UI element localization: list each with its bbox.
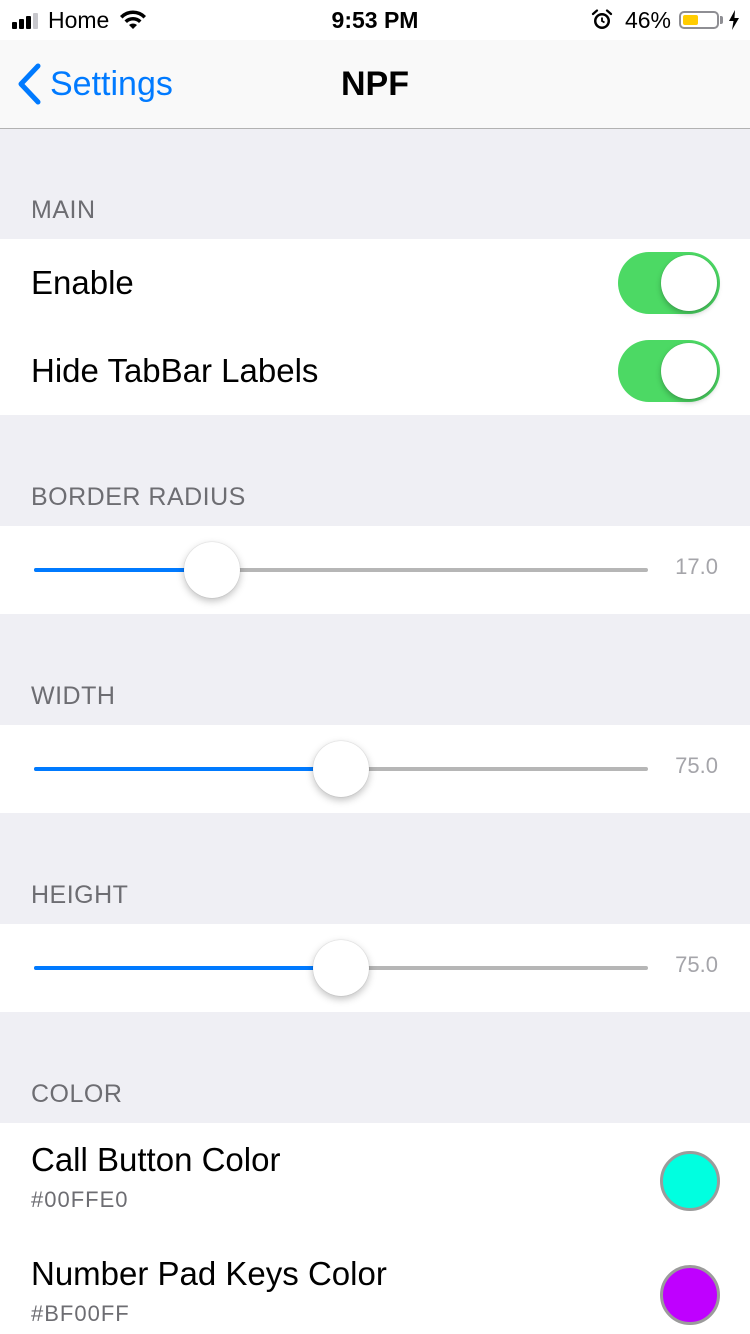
page-title: NPF (341, 65, 409, 103)
hide-tabbar-labels-switch[interactable] (618, 340, 720, 402)
section-header-height: HEIGHT (31, 881, 129, 909)
height-slider-row: 75.0 (0, 924, 750, 1012)
enable-switch[interactable] (618, 252, 720, 314)
status-bar: Home 9:53 PM 46% (0, 0, 750, 40)
height-slider-thumb[interactable] (313, 940, 369, 996)
enable-cell: Enable (0, 239, 750, 327)
width-slider[interactable] (34, 741, 648, 797)
section-header-width: WIDTH (31, 682, 116, 710)
number-pad-keys-color-swatch[interactable] (660, 1265, 720, 1325)
height-slider[interactable] (34, 940, 648, 996)
call-button-color-hex: #00FFE0 (31, 1187, 129, 1212)
section-header-color: COLOR (31, 1080, 123, 1108)
border-radius-group: 17.0 (0, 526, 750, 614)
width-value: 75.0 (675, 753, 718, 778)
enable-label: Enable (31, 264, 134, 301)
width-slider-row: 75.0 (0, 725, 750, 813)
number-pad-keys-color-cell[interactable]: Number Pad Keys Color #BF00FF (0, 1237, 750, 1334)
hide-tabbar-labels-label: Hide TabBar Labels (31, 352, 319, 389)
call-button-color-swatch[interactable] (660, 1151, 720, 1211)
navigation-bar: Settings NPF (0, 40, 750, 129)
battery-percent: 46% (624, 6, 671, 33)
call-button-color-title: Call Button Color (31, 1141, 281, 1178)
number-pad-keys-color-hex: #BF00FF (31, 1301, 130, 1326)
alarm-icon (591, 9, 613, 29)
section-header-main: MAIN (31, 196, 96, 224)
main-group: Enable Hide TabBar Labels (0, 239, 750, 415)
border-radius-slider-row: 17.0 (0, 526, 750, 614)
hide-tabbar-labels-cell: Hide TabBar Labels (0, 327, 750, 415)
height-value: 75.0 (675, 952, 718, 977)
color-group: Call Button Color #00FFE0 Number Pad Key… (0, 1123, 750, 1334)
settings-screen: Home 9:53 PM 46% Settings NPF MAIN Enabl… (0, 0, 750, 1334)
height-group: 75.0 (0, 924, 750, 1012)
section-header-border-radius: BORDER RADIUS (31, 483, 246, 511)
number-pad-keys-color-title: Number Pad Keys Color (31, 1255, 387, 1292)
call-button-color-cell[interactable]: Call Button Color #00FFE0 (0, 1123, 750, 1237)
battery-tip (720, 16, 723, 24)
border-radius-value: 17.0 (675, 554, 718, 579)
charging-bolt-icon (729, 10, 739, 30)
battery-icon (679, 11, 719, 29)
width-slider-thumb[interactable] (313, 741, 369, 797)
border-radius-slider[interactable] (34, 542, 648, 598)
width-group: 75.0 (0, 725, 750, 813)
border-radius-slider-thumb[interactable] (184, 542, 240, 598)
